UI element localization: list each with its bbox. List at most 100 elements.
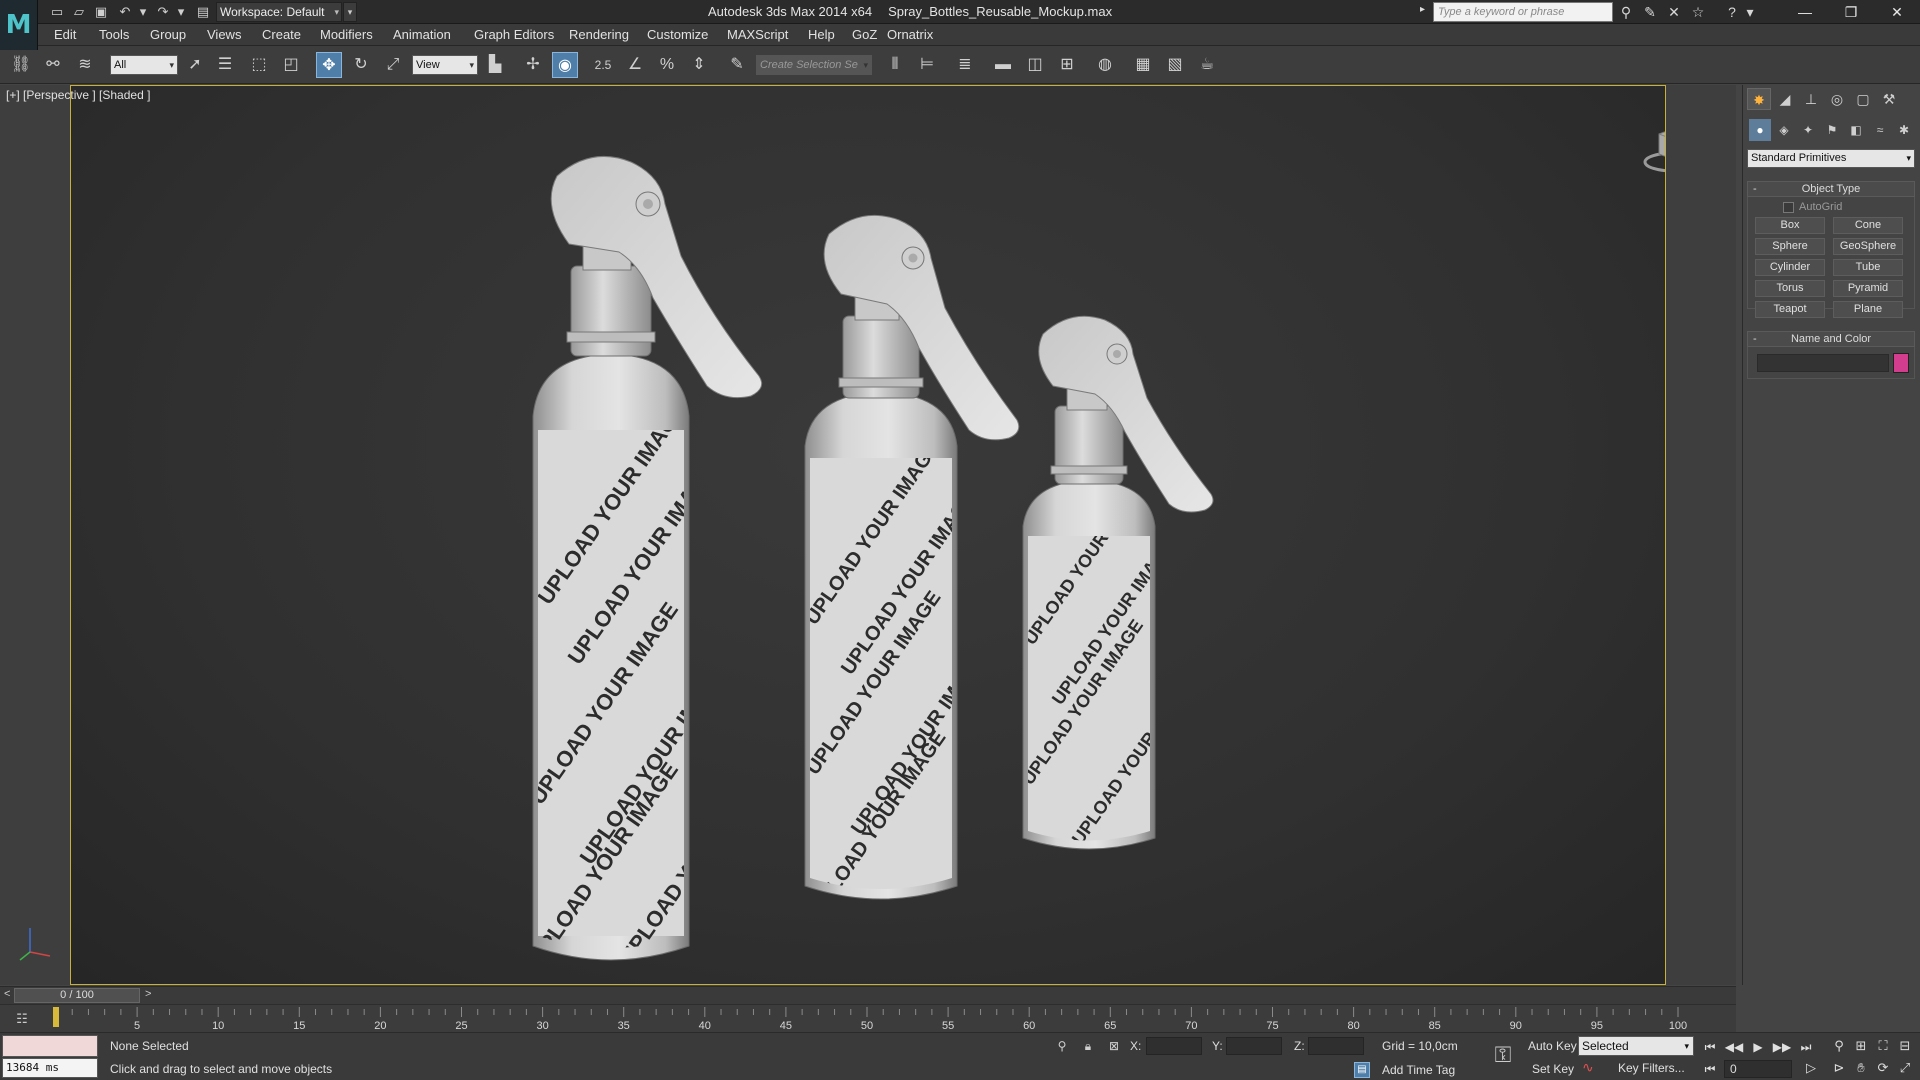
selection-filter-dropdown[interactable]: All ▾ (110, 55, 178, 75)
link-icon[interactable]: ⛓ (8, 52, 34, 78)
workspace-dropdown[interactable]: Workspace: Default ▾ (216, 2, 342, 22)
spray-bottle-medium[interactable]: UPLOAD YOUR IMAGE UPLOAD YOUR IMAGE UPLO… (801, 214, 1020, 919)
mirror-icon[interactable]: ⫴ (882, 52, 908, 78)
menu-ornatrix[interactable]: Ornatrix (887, 27, 933, 42)
display-tab-icon[interactable]: ▢ (1851, 88, 1875, 110)
zoom-icon[interactable]: ⚲ (1828, 1036, 1850, 1056)
bind-space-warp-icon[interactable]: ≋ (72, 52, 98, 78)
menu-tools[interactable]: Tools (99, 27, 129, 42)
name-color-rollout-header[interactable]: - Name and Color (1747, 331, 1915, 347)
teapot-button[interactable]: Teapot (1755, 301, 1825, 318)
utilities-tab-icon[interactable]: ⚒ (1877, 88, 1901, 110)
go-to-end-icon[interactable]: ⏭ (1796, 1038, 1816, 1056)
redo-dropdown-icon[interactable]: ▾ (172, 3, 190, 21)
spinner-snap-icon[interactable]: ⇕ (686, 52, 712, 78)
key-curve-icon[interactable]: ∿ (1582, 1059, 1600, 1077)
motion-tab-icon[interactable]: ◎ (1825, 88, 1849, 110)
angle-snap-icon[interactable]: ∠ (622, 52, 648, 78)
select-and-scale-icon[interactable]: ⤢ (380, 52, 406, 78)
space-warps-icon[interactable]: ≈ (1869, 119, 1891, 141)
menu-edit[interactable]: Edit (54, 27, 76, 42)
geometry-icon[interactable]: ● (1749, 119, 1771, 141)
modify-tab-icon[interactable]: ◢ (1773, 88, 1797, 110)
open-file-icon[interactable]: ▱ (70, 3, 88, 21)
restore-button[interactable]: ❐ (1828, 0, 1874, 24)
workspace-menu-button[interactable]: ▾ (343, 2, 357, 22)
redo-icon[interactable]: ↷ (154, 3, 172, 21)
y-coord-input[interactable] (1226, 1037, 1282, 1055)
absolute-mode-icon[interactable]: ⊠ (1106, 1038, 1122, 1054)
time-slider[interactable]: < 0 / 100 > (0, 986, 1736, 1004)
menu-group[interactable]: Group (150, 27, 186, 42)
viewport-label[interactable]: [+] [Perspective ] [Shaded ] (6, 88, 150, 102)
time-configuration-icon[interactable]: ▷ (1800, 1058, 1822, 1078)
render-production-icon[interactable]: ☕ (1194, 52, 1220, 78)
tube-button[interactable]: Tube (1833, 259, 1903, 276)
undo-dropdown-icon[interactable]: ▾ (134, 3, 152, 21)
graphite-ribbon-icon[interactable]: ▬ (990, 52, 1016, 78)
render-setup-icon[interactable]: ▦ (1130, 52, 1156, 78)
previous-frame-icon[interactable]: ◀◀ (1724, 1038, 1744, 1056)
layer-manager-icon[interactable]: ≣ (952, 52, 978, 78)
field-of-view-icon[interactable]: ⊳ (1828, 1058, 1850, 1078)
object-type-rollout-header[interactable]: - Object Type (1747, 181, 1915, 197)
geosphere-button[interactable]: GeoSphere (1833, 238, 1903, 255)
zoom-all-icon[interactable]: ⊞ (1850, 1036, 1872, 1056)
box-button[interactable]: Box (1755, 217, 1825, 234)
menu-help[interactable]: Help (808, 27, 835, 42)
unlink-icon[interactable]: ⚯ (40, 52, 66, 78)
menu-graph-editors[interactable]: Graph Editors (474, 27, 554, 42)
reference-coordinate-dropdown[interactable]: View ▾ (412, 55, 478, 75)
maximize-viewport-icon[interactable]: ⤢ (1894, 1058, 1916, 1078)
search-input[interactable]: Type a keyword or phrase (1433, 2, 1613, 22)
zoom-extents-icon[interactable]: ⛶ (1872, 1036, 1894, 1056)
object-color-swatch[interactable] (1893, 353, 1909, 373)
primitive-category-dropdown[interactable]: Standard Primitives ▾ (1747, 149, 1915, 168)
menu-customize[interactable]: Customize (647, 27, 708, 42)
window-crossing-icon[interactable]: ◰ (278, 52, 304, 78)
set-key-button[interactable]: Set Key (1532, 1059, 1574, 1079)
menu-rendering[interactable]: Rendering (569, 27, 629, 42)
x-coord-input[interactable] (1146, 1037, 1202, 1055)
key-mode-toggle-icon[interactable]: ⏮ (1700, 1060, 1720, 1078)
track-bar[interactable]: ☷ 5 10 15 20 25 30 35 40 45 50 55 60 65 70 75 80 85 90 95 1… (0, 1004, 1736, 1032)
lights-icon[interactable]: ✦ (1797, 119, 1819, 141)
spray-bottle-large[interactable]: UPLOAD YOUR IMAGE UPLOAD YOUR IMAGE UPLO… (525, 156, 773, 968)
go-to-start-icon[interactable]: ⏮ (1700, 1038, 1720, 1056)
subscription-icon[interactable]: ✎ (1640, 3, 1660, 21)
orbit-icon[interactable]: ⟳ (1872, 1058, 1894, 1078)
cylinder-button[interactable]: Cylinder (1755, 259, 1825, 276)
align-icon[interactable]: ⊨ (914, 52, 940, 78)
named-selection-dropdown[interactable]: Create Selection Se ▾ (756, 55, 872, 75)
menu-animation[interactable]: Animation (393, 27, 451, 42)
shapes-icon[interactable]: ◈ (1773, 119, 1795, 141)
current-frame-marker[interactable] (53, 1007, 59, 1027)
set-key-icon[interactable]: ⚿ (1488, 1041, 1518, 1069)
project-folder-icon[interactable]: ▤ (194, 3, 212, 21)
selection-lock-icon[interactable]: 🔒︎ (1080, 1038, 1096, 1054)
next-frame-icon[interactable]: ▶▶ (1772, 1038, 1792, 1056)
torus-button[interactable]: Torus (1755, 280, 1825, 297)
menu-create[interactable]: Create (262, 27, 301, 42)
time-slider-prev-icon[interactable]: < (4, 988, 10, 1000)
binoculars-icon[interactable]: ⚲ (1616, 3, 1636, 21)
spray-bottle-small[interactable]: UPLOAD YOUR IMAGE UPLOAD YOUR IMAGE UPLO… (1018, 315, 1214, 856)
material-editor-icon[interactable]: ◍ (1092, 52, 1118, 78)
autogrid-checkbox[interactable]: AutoGrid (1783, 201, 1842, 213)
cone-button[interactable]: Cone (1833, 217, 1903, 234)
select-by-name-icon[interactable]: ☰ (212, 52, 238, 78)
time-slider-thumb[interactable]: 0 / 100 (14, 988, 140, 1003)
pan-view-icon[interactable]: ✋︎ (1850, 1058, 1872, 1078)
new-file-icon[interactable]: ▭ (48, 3, 66, 21)
z-coord-input[interactable] (1308, 1037, 1364, 1055)
select-and-rotate-icon[interactable]: ↻ (348, 52, 374, 78)
undo-icon[interactable]: ↶ (116, 3, 134, 21)
menu-views[interactable]: Views (207, 27, 241, 42)
auto-key-button[interactable]: Auto Key (1528, 1036, 1577, 1056)
menu-modifiers[interactable]: Modifiers (320, 27, 373, 42)
search-expand-icon[interactable]: ▸ (1420, 4, 1425, 15)
pyramid-button[interactable]: Pyramid (1833, 280, 1903, 297)
pivot-center-icon[interactable]: ▙ (482, 52, 508, 78)
help-dropdown-icon[interactable]: ▾ (1740, 3, 1760, 21)
time-slider-next-icon[interactable]: > (145, 988, 151, 1000)
